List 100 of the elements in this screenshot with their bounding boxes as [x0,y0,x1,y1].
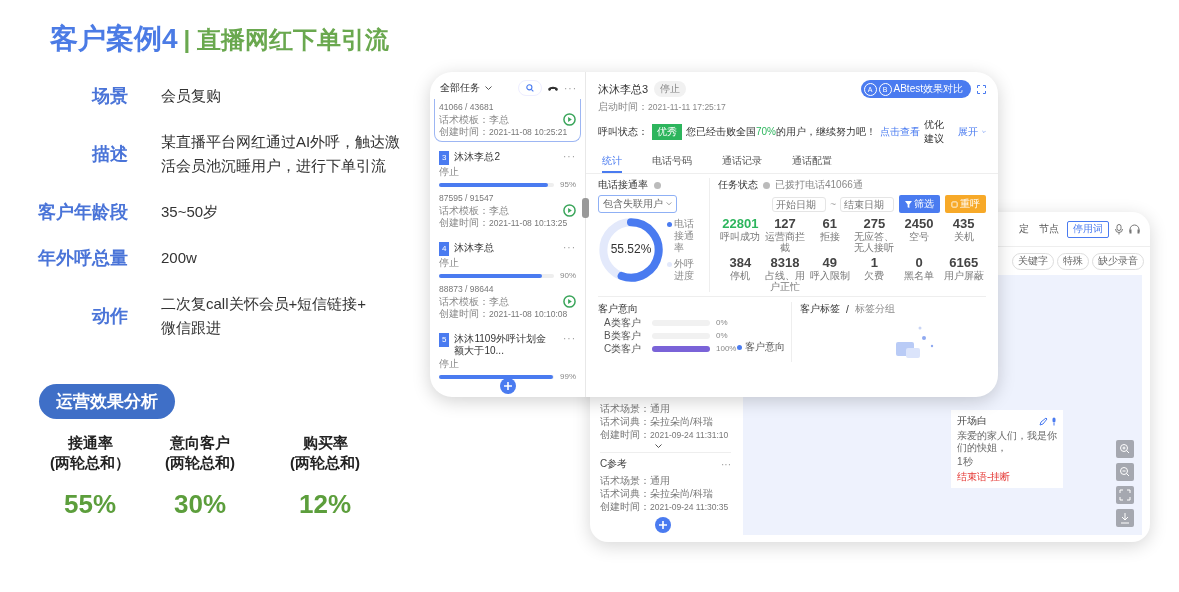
microphone-icon[interactable] [1115,223,1123,235]
detail-value: 200w [161,248,198,268]
legend-label: 电话接通率 [674,218,695,254]
stat-value: 22801 [721,216,760,231]
field-value: 李总 [489,204,509,217]
metric-sublabel: (两轮总和） [49,453,131,473]
detail-value: 会员复购 [161,86,222,106]
end-date-field[interactable]: 结束日期 [840,196,894,212]
advice-link[interactable]: 点击查看 [880,125,920,139]
section-title: 电话接通率 [598,178,648,192]
editor-tab[interactable]: 定 [1017,222,1031,236]
task-filter[interactable]: 全部任务 [440,81,480,95]
fullscreen-icon[interactable] [977,84,986,94]
field-value: 2021-09-24 11:30:35 [650,501,729,514]
stat-value: 127 [773,216,797,231]
expand-link[interactable]: 展开 [958,125,979,139]
stat-label: 关机 [952,231,975,242]
rank-message: 您已经击败全国70%的用户，继续努力吧！ [686,125,876,139]
flow-node[interactable]: 开场白 亲爱的家人们，我是你们的快姐， 1秒 结束语-挂断 [951,410,1063,488]
edit-icon[interactable] [1039,416,1048,426]
add-button[interactable] [655,517,671,533]
field-value: 李总 [489,295,509,308]
play-icon[interactable] [563,113,576,126]
field-label: 创建时间： [439,308,489,320]
stat-label: 用户屏蔽 [942,270,985,281]
stat-value: 275 [862,216,887,231]
legend-dot [737,344,742,350]
script-name: C参考 [600,457,628,471]
task-counts: 41066 / 43681 [439,101,495,113]
collapse-handle[interactable] [582,198,589,218]
field-label: 创建时间： [600,428,650,441]
start-date-field[interactable]: 开始日期 [772,196,827,212]
detail-label: 客户年龄段 [38,201,128,224]
field-value: 通用 [650,402,670,415]
progress-percent: 99% [560,371,576,383]
field-label: 创建时间： [439,126,489,138]
filter-icon [905,200,912,208]
node-end-link[interactable]: 结束语-挂断 [957,470,1057,484]
play-icon[interactable] [563,295,576,308]
tab[interactable]: 电话号码 [652,150,692,173]
filter-button[interactable]: 筛选 [899,195,940,213]
task-card[interactable]: 3 沐沐李总2 ··· 停止 95% 87595 / 91547 话术模板：李总 创建时间：2021-11-08 10:13:25 [434,145,581,233]
section-title: 客户标签 [800,302,840,316]
node-text: 亲爱的家人们，我是你们的快姐， [957,430,1057,454]
intent-label: B类客户 [604,330,642,342]
advice-text: 优化建议 [924,118,945,146]
date-separator: ~ [830,198,836,210]
metric-sublabel: (两轮总和) [289,453,361,473]
metric-label: 意向客户 [168,433,231,453]
task-card[interactable]: 41066 / 43681 话术模板：李总 创建时间：2021-11-08 10:25:21 [434,99,581,142]
field-label: 话术模板： [439,113,489,126]
task-counts: 88873 / 98644 [439,283,495,295]
filter-chip[interactable]: 特殊 [1057,252,1089,270]
stopword-button[interactable]: 停用词 [1067,220,1109,238]
user-select[interactable]: 包含失联用户 [598,195,677,213]
add-button[interactable] [499,378,516,394]
chevron-down-icon[interactable] [655,444,662,449]
tab[interactable]: 通话配置 [792,150,832,173]
filter-chip[interactable]: 缺少录音 [1092,252,1144,270]
tab[interactable]: 统计 [602,150,622,173]
section-title: 客户意向 [598,302,639,316]
field-label: 启动时间： [598,100,648,114]
task-number: 3 [439,151,450,165]
phone-icon[interactable] [547,84,559,92]
headset-icon[interactable] [1129,224,1140,234]
metric-value: 12% [297,489,352,520]
zoom-in-button[interactable] [1116,440,1134,458]
metric-label: 接通率 [66,433,114,453]
node-duration: 1秒 [957,456,974,468]
intent-percent: 0% [716,317,728,329]
info-icon [763,181,770,189]
filter-chip[interactable]: 关键字 [1012,252,1054,270]
metric-label: 购买率 [301,433,349,453]
task-card[interactable]: 4 沐沐李总 ··· 停止 90% 88873 / 98644 话术模板：李总 创建时间：2021-11-08 10:10:08 [434,236,581,324]
stat-label: 停机 [729,270,752,281]
section-badge: 运营效果分析 [39,384,175,419]
search-icon[interactable] [526,84,534,92]
tab[interactable]: 通话记录 [722,150,762,173]
intent-percent: 0% [716,330,728,342]
task-card[interactable]: 5 沐沐1109外呼计划金额大于10... ··· 停止 99% [434,327,581,388]
microphone-icon[interactable] [1051,416,1057,426]
stat-label: 占线、用户正忙 [764,270,806,292]
metric-sublabel: (两轮总和) [164,453,236,473]
caret-icon [485,85,492,91]
task-status: 停止 [439,358,460,370]
caret-icon [982,130,986,134]
stat-label: 拒接 [818,231,841,242]
zoom-out-button[interactable] [1116,463,1134,481]
node-title: 开场白 [957,414,987,428]
task-counts: 87595 / 91547 [439,192,495,204]
detail-label: 动作 [90,305,128,328]
play-icon[interactable] [563,204,576,217]
grade-badge: 优秀 [652,124,682,140]
stat-label: 呼入限制 [808,270,851,281]
task-name: 沐沐李总2 [454,151,500,163]
editor-tab[interactable]: 节点 [1037,222,1061,236]
detail-value: 二次复call关怀会员+短信链接+ 微信跟进 [161,294,368,338]
info-icon [654,181,661,189]
field-label: 话术模板： [439,204,489,217]
intent-percent: 100% [716,343,737,355]
